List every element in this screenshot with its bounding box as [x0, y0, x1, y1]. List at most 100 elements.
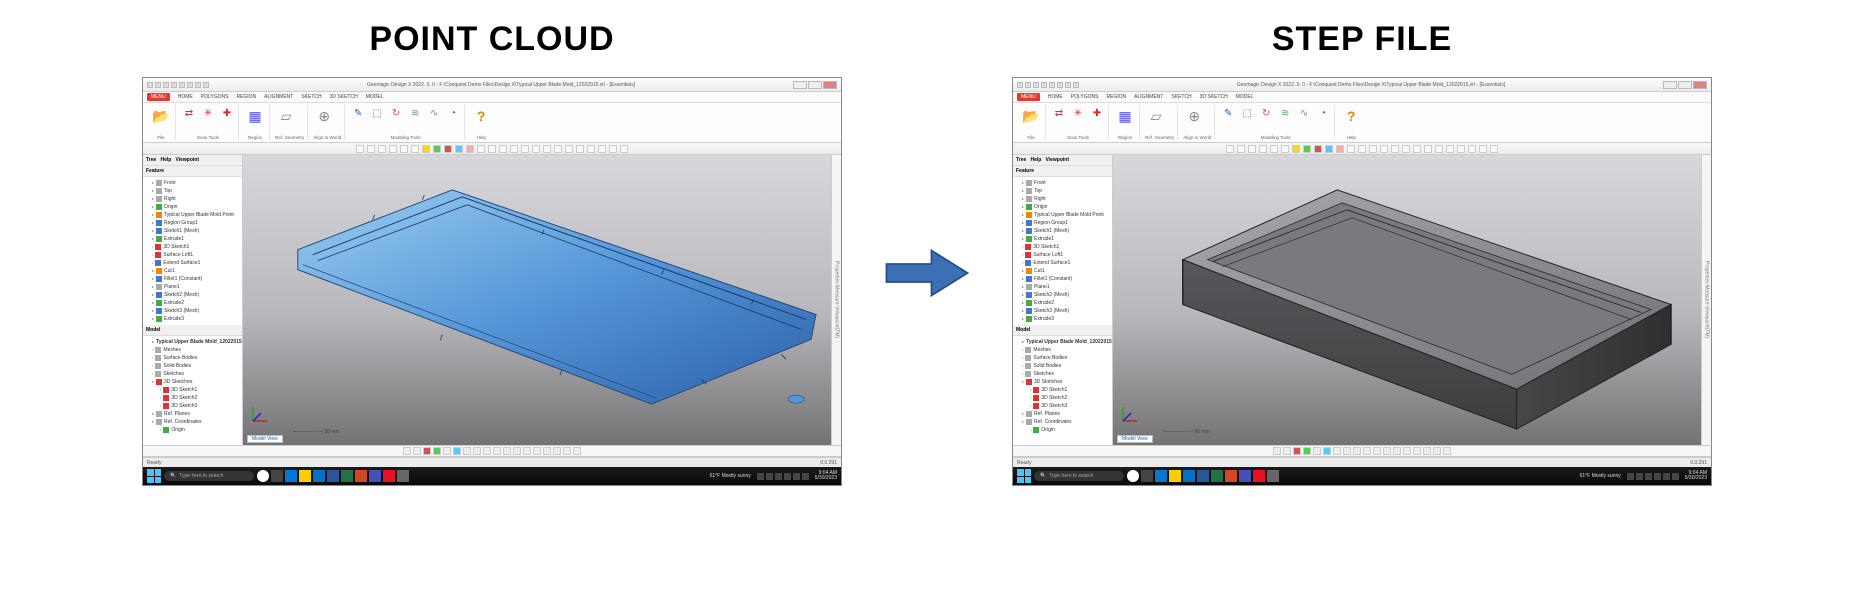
bottom-toolbar[interactable]: [1013, 445, 1711, 457]
tree-tabs[interactable]: Tree Help Viewpoint: [143, 155, 242, 166]
outlook-icon[interactable]: [1183, 470, 1195, 482]
sub-toolbar[interactable]: [143, 143, 841, 155]
taskbar-search[interactable]: 🔍 Type here to search: [1034, 471, 1124, 481]
excel-icon[interactable]: [1211, 470, 1223, 482]
cortana-icon[interactable]: [1127, 470, 1139, 482]
maximize-button[interactable]: [1678, 81, 1692, 89]
view-triad-icon[interactable]: [249, 403, 271, 427]
fillet-icon[interactable]: ◔: [1315, 105, 1331, 121]
viewport-tab[interactable]: Model View: [1117, 435, 1153, 443]
quick-access-toolbar[interactable]: [1017, 82, 1079, 88]
system-tray[interactable]: [757, 473, 809, 480]
align-icon[interactable]: ⇄: [1051, 105, 1067, 121]
sub-toolbar[interactable]: [1013, 143, 1711, 155]
menu-menu[interactable]: MENU: [1017, 93, 1040, 101]
dx-icon[interactable]: [1253, 470, 1265, 482]
open-icon[interactable]: 📂: [1020, 105, 1042, 127]
minimize-button[interactable]: [793, 81, 807, 89]
ialign-icon[interactable]: ⊕: [313, 105, 335, 127]
menu-home[interactable]: HOME: [178, 94, 193, 100]
menu-region[interactable]: REGION: [1106, 94, 1126, 100]
viewport-tab[interactable]: Model View: [247, 435, 283, 443]
sweep-icon[interactable]: ∿: [426, 105, 442, 121]
right-rail[interactable]: Properties Measure Viewpoint(TM): [1701, 155, 1711, 445]
excel-icon[interactable]: [341, 470, 353, 482]
app-icon[interactable]: [1267, 470, 1279, 482]
word-icon[interactable]: [1197, 470, 1209, 482]
heal-icon[interactable]: ✚: [219, 105, 235, 121]
help-icon[interactable]: ?: [470, 105, 492, 127]
menu-3dsketch[interactable]: 3D SKETCH: [1200, 94, 1228, 100]
fillet-icon[interactable]: ◔: [445, 105, 461, 121]
align-icon[interactable]: ⇄: [181, 105, 197, 121]
edge-icon[interactable]: [1155, 470, 1167, 482]
windows-taskbar[interactable]: 🔍 Type here to search: [1013, 467, 1711, 485]
weather-widget[interactable]: 61°F Mostly sunny: [1580, 473, 1621, 479]
menubar[interactable]: MENU HOME POLYGONS REGION ALIGNMENT SKET…: [143, 92, 841, 103]
weather-widget[interactable]: 61°F Mostly sunny: [710, 473, 751, 479]
edge-icon[interactable]: [285, 470, 297, 482]
menu-alignment[interactable]: ALIGNMENT: [1134, 94, 1163, 100]
menu-3dsketch[interactable]: 3D SKETCH: [330, 94, 358, 100]
close-button[interactable]: [823, 81, 837, 89]
feature-tree[interactable]: Front Top Right Origin Typical Upper Bla…: [1013, 177, 1112, 325]
dx-icon[interactable]: [383, 470, 395, 482]
menu-polygons[interactable]: POLYGONS: [201, 94, 229, 100]
heal-icon[interactable]: ✚: [1089, 105, 1105, 121]
maximize-button[interactable]: [808, 81, 822, 89]
minimize-button[interactable]: [1663, 81, 1677, 89]
decimate-icon[interactable]: ✳: [1070, 105, 1086, 121]
system-tray[interactable]: [1627, 473, 1679, 480]
model-tree[interactable]: Typical Upper Blade Mold_12022015 Meshes…: [1013, 336, 1112, 436]
menu-polygons[interactable]: POLYGONS: [1071, 94, 1099, 100]
cortana-icon[interactable]: [257, 470, 269, 482]
menu-model[interactable]: MODEL: [1236, 94, 1254, 100]
viewport-3d[interactable]: ⊢──────⊣ 50 mm Model View: [243, 155, 831, 445]
right-rail[interactable]: Properties Measure Viewpoint(TM): [831, 155, 841, 445]
menu-model[interactable]: MODEL: [366, 94, 384, 100]
ialign-icon[interactable]: ⊕: [1183, 105, 1205, 127]
taskview-icon[interactable]: [1141, 470, 1153, 482]
windows-taskbar[interactable]: 🔍 Type here to search: [143, 467, 841, 485]
app-icon[interactable]: [397, 470, 409, 482]
menu-menu[interactable]: MENU: [147, 93, 170, 101]
sketch3d-icon[interactable]: ✎: [1220, 105, 1236, 121]
menu-alignment[interactable]: ALIGNMENT: [264, 94, 293, 100]
extrude-icon[interactable]: ⬚: [369, 105, 385, 121]
sketch3d-icon[interactable]: ✎: [350, 105, 366, 121]
extrude-icon[interactable]: ⬚: [1239, 105, 1255, 121]
start-button[interactable]: [147, 469, 161, 483]
segment-icon[interactable]: ▦: [1114, 105, 1136, 127]
loft-icon[interactable]: ≋: [1277, 105, 1293, 121]
tree-tabs[interactable]: Tree Help Viewpoint: [1013, 155, 1112, 166]
window-controls[interactable]: [1663, 81, 1707, 89]
teams-icon[interactable]: [369, 470, 381, 482]
model-tree[interactable]: Typical Upper Blade Mold_12022015 Meshes…: [143, 336, 242, 436]
taskbar-clock[interactable]: 9:04 AM 5/30/2023: [1685, 471, 1707, 482]
sweep-icon[interactable]: ∿: [1296, 105, 1312, 121]
menubar[interactable]: MENU HOME POLYGONS REGION ALIGNMENT SKET…: [1013, 92, 1711, 103]
powerpoint-icon[interactable]: [1225, 470, 1237, 482]
decimate-icon[interactable]: ✳: [200, 105, 216, 121]
outlook-icon[interactable]: [313, 470, 325, 482]
close-button[interactable]: [1693, 81, 1707, 89]
taskview-icon[interactable]: [271, 470, 283, 482]
taskbar-pinned[interactable]: [257, 470, 409, 482]
loft-icon[interactable]: ≋: [407, 105, 423, 121]
window-controls[interactable]: [793, 81, 837, 89]
taskbar-search[interactable]: 🔍 Type here to search: [164, 471, 254, 481]
taskbar-pinned[interactable]: [1127, 470, 1279, 482]
open-icon[interactable]: 📂: [150, 105, 172, 127]
plane-icon[interactable]: ▱: [275, 105, 297, 127]
menu-sketch[interactable]: SKETCH: [301, 94, 321, 100]
feature-tree-panel[interactable]: Tree Help Viewpoint Feature Front Top Ri…: [1013, 155, 1113, 445]
explorer-icon[interactable]: [1169, 470, 1181, 482]
word-icon[interactable]: [327, 470, 339, 482]
plane-icon[interactable]: ▱: [1145, 105, 1167, 127]
teams-icon[interactable]: [1239, 470, 1251, 482]
quick-access-toolbar[interactable]: [147, 82, 209, 88]
revolve-icon[interactable]: ↻: [388, 105, 404, 121]
start-button[interactable]: [1017, 469, 1031, 483]
bottom-toolbar[interactable]: [143, 445, 841, 457]
help-icon[interactable]: ?: [1340, 105, 1362, 127]
